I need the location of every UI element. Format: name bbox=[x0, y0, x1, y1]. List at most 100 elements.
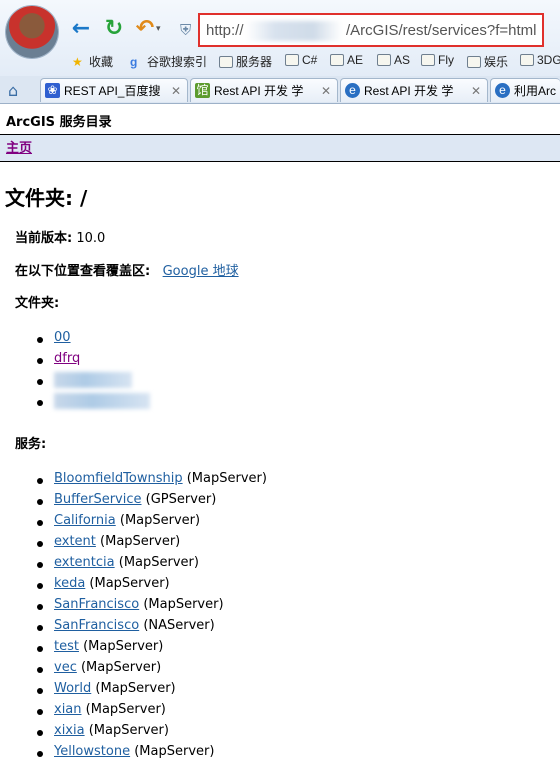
service-link[interactable]: extent bbox=[54, 534, 96, 549]
service-link[interactable]: xian bbox=[54, 702, 82, 717]
folder-icon bbox=[467, 55, 481, 68]
folder-icon bbox=[285, 54, 299, 66]
browser-tab[interactable]: e Rest API 开发 学 ✕ bbox=[340, 78, 488, 102]
service-item: SanFrancisco (MapServer) bbox=[36, 597, 267, 618]
favorite-item[interactable]: 3DG bbox=[520, 53, 560, 67]
google-earth-link[interactable]: Google 地球 bbox=[163, 264, 239, 279]
chevron-down-icon[interactable]: ▾ bbox=[156, 24, 161, 34]
folder-list: 00 dfrq bbox=[36, 330, 150, 414]
service-link[interactable]: test bbox=[54, 639, 79, 654]
tab-label: 利用Arc bbox=[514, 84, 557, 98]
favorite-item[interactable]: 服务器 bbox=[219, 53, 272, 70]
service-item: World (MapServer) bbox=[36, 681, 267, 702]
folder-icon bbox=[330, 54, 344, 66]
folder-icon bbox=[377, 54, 391, 66]
service-link[interactable]: vec bbox=[54, 660, 77, 675]
service-type: (MapServer) bbox=[118, 555, 199, 570]
address-prefix: http:// bbox=[206, 22, 244, 39]
service-link[interactable]: SanFrancisco bbox=[54, 618, 139, 633]
page-header-title: ArcGIS 服务目录 bbox=[6, 115, 112, 130]
service-item: xixia (MapServer) bbox=[36, 723, 267, 744]
folder-link[interactable]: 00 bbox=[54, 330, 71, 345]
back-arrow-icon[interactable]: ← bbox=[70, 18, 92, 40]
favorite-label: AS bbox=[394, 53, 411, 67]
ie-icon: e bbox=[345, 83, 360, 98]
folder-item: dfrq bbox=[36, 351, 150, 372]
service-link[interactable]: World bbox=[54, 681, 91, 696]
service-item: SanFrancisco (NAServer) bbox=[36, 618, 267, 639]
service-type: (MapServer) bbox=[88, 723, 169, 738]
browser-tab[interactable]: e 利用Arc bbox=[490, 78, 560, 102]
service-item: xian (MapServer) bbox=[36, 702, 267, 723]
page-title: 文件夹: / bbox=[5, 186, 88, 210]
favorite-label: 服务器 bbox=[236, 55, 273, 69]
blog-icon: 馆 bbox=[195, 83, 210, 98]
favorite-item[interactable]: AE bbox=[330, 53, 363, 67]
folder-icon bbox=[520, 54, 534, 66]
service-type: (NAServer) bbox=[143, 618, 215, 633]
tab-strip: ⌂ ❀ REST API_百度搜 ✕ 馆 Rest API 开发 学 ✕ e R… bbox=[0, 76, 560, 104]
service-type: (GPServer) bbox=[145, 492, 217, 507]
service-item: extentcia (MapServer) bbox=[36, 555, 267, 576]
service-item: test (MapServer) bbox=[36, 639, 267, 660]
service-item: BloomfieldTownship (MapServer) bbox=[36, 471, 267, 492]
folder-item bbox=[36, 393, 150, 414]
tab-label: Rest API 开发 学 bbox=[214, 84, 304, 98]
shield-icon: ⛨ bbox=[180, 21, 192, 39]
refresh-icon[interactable]: ↻ bbox=[103, 18, 125, 40]
home-link[interactable]: 主页 bbox=[6, 137, 32, 156]
service-link[interactable]: California bbox=[54, 513, 116, 528]
star-icon: ★ bbox=[72, 54, 83, 69]
favorites-bar: ★ 收藏 g 谷歌搜索引 服务器 C# AE AS Fly 娱乐 3DG bbox=[0, 51, 560, 73]
service-type: (MapServer) bbox=[100, 534, 181, 549]
service-type: (MapServer) bbox=[119, 513, 201, 528]
close-icon[interactable]: ✕ bbox=[471, 84, 483, 98]
favorite-item[interactable]: 娱乐 bbox=[467, 53, 508, 70]
service-link[interactable]: SanFrancisco bbox=[54, 597, 139, 612]
service-type: (MapServer) bbox=[89, 576, 170, 591]
service-type: (MapServer) bbox=[186, 471, 267, 486]
folders-heading: 文件夹: bbox=[15, 292, 59, 311]
close-icon[interactable]: ✕ bbox=[171, 84, 183, 98]
browser-tab[interactable]: 馆 Rest API 开发 学 ✕ bbox=[190, 78, 338, 102]
folder-item: 00 bbox=[36, 330, 150, 351]
google-icon: g bbox=[130, 54, 138, 69]
favorite-label: AE bbox=[347, 53, 364, 67]
favorite-item[interactable]: ★ 收藏 bbox=[72, 53, 113, 70]
version-label: 当前版本: bbox=[15, 231, 73, 246]
folders-label: 文件夹: bbox=[15, 296, 60, 311]
address-redacted-host bbox=[246, 21, 342, 41]
version-line: 当前版本: 10.0 bbox=[15, 227, 105, 246]
coverage-line: 在以下位置查看覆盖区: Google 地球 bbox=[15, 260, 239, 279]
favorite-label: Fly bbox=[438, 53, 454, 67]
service-link[interactable]: BufferService bbox=[54, 492, 142, 507]
close-icon[interactable]: ✕ bbox=[321, 84, 333, 98]
service-item: keda (MapServer) bbox=[36, 576, 267, 597]
service-link[interactable]: BloomfieldTownship bbox=[54, 471, 183, 486]
service-item: vec (MapServer) bbox=[36, 660, 267, 681]
favorite-item[interactable]: g 谷歌搜索引 bbox=[130, 53, 207, 70]
service-type: (MapServer) bbox=[80, 660, 162, 675]
favorite-item[interactable]: C# bbox=[285, 53, 317, 67]
folder-link[interactable]: dfrq bbox=[54, 351, 80, 366]
home-icon[interactable]: ⌂ bbox=[8, 81, 18, 100]
folder-icon bbox=[219, 55, 233, 68]
service-link[interactable]: extentcia bbox=[54, 555, 115, 570]
baidu-paw-icon: ❀ bbox=[45, 83, 60, 98]
service-link[interactable]: Yellowstone bbox=[54, 744, 130, 759]
service-type: (MapServer) bbox=[95, 681, 176, 696]
favorite-item[interactable]: AS bbox=[377, 53, 410, 67]
favorite-label: 收藏 bbox=[89, 55, 114, 69]
ie-icon: e bbox=[495, 83, 510, 98]
browser-tab[interactable]: ❀ REST API_百度搜 ✕ bbox=[40, 78, 188, 102]
service-item: BufferService (GPServer) bbox=[36, 492, 267, 513]
coverage-label: 在以下位置查看覆盖区: bbox=[15, 264, 151, 279]
service-item: California (MapServer) bbox=[36, 513, 267, 534]
service-link[interactable]: xixia bbox=[54, 723, 85, 738]
undo-icon[interactable]: ↶ bbox=[134, 18, 156, 40]
favorite-item[interactable]: Fly bbox=[421, 53, 454, 67]
address-bar[interactable]: http:// /ArcGIS/rest/services?f=html bbox=[198, 13, 544, 47]
service-link[interactable]: keda bbox=[54, 576, 85, 591]
browser-toolbar: ← ↻ ↶ ▾ ⛨ http:// /ArcGIS/rest/services?… bbox=[0, 0, 560, 76]
address-path: /ArcGIS/rest/services?f=html bbox=[346, 22, 537, 39]
